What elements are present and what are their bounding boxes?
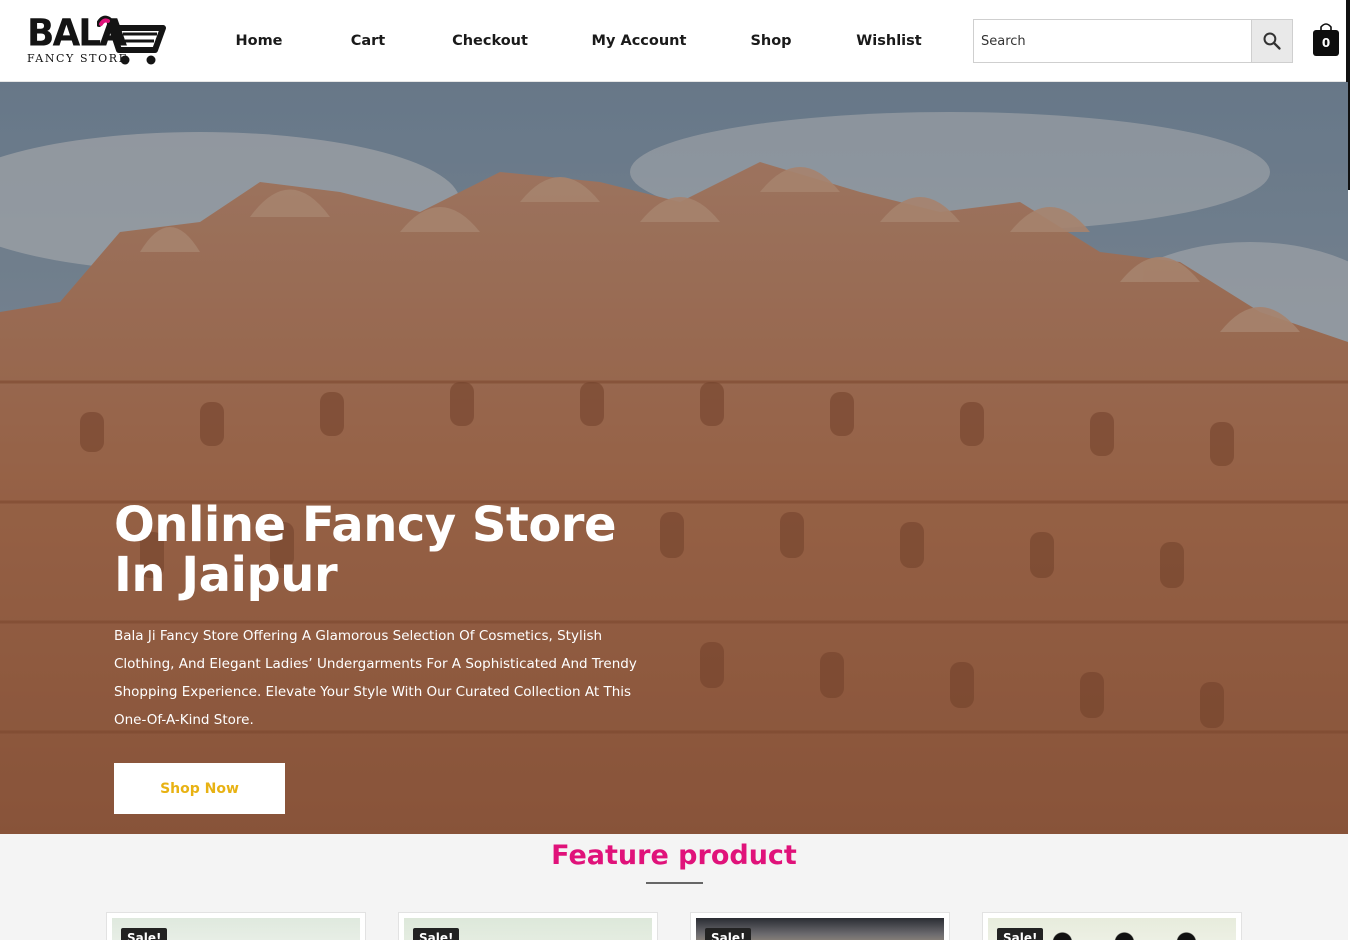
header-cart-button[interactable]: 0 [1313,22,1339,56]
hero-title-line-2: In Jaipur [114,547,338,603]
search-form [973,19,1293,63]
cart-count-badge: 0 [1313,30,1339,56]
nav-my-account[interactable]: My Account [557,33,721,49]
hero-title-line-1: Online Fancy Store [114,497,617,553]
main-nav: Home Cart Checkout My Account Shop Wishl… [205,0,957,82]
shop-now-button[interactable]: Shop Now [114,763,285,814]
sale-badge: Sale! [705,928,752,940]
feature-title: Feature product [551,840,797,871]
brand-logo[interactable]: BALA FANCY STORE [27,12,167,68]
site-header: BALA FANCY STORE Home Cart Checkout My A… [0,0,1350,82]
search-button[interactable] [1251,20,1292,62]
search-icon [1263,32,1281,50]
product-card[interactable]: Sale! [982,912,1242,940]
nav-home[interactable]: Home [205,33,313,49]
sale-badge: Sale! [121,928,168,940]
product-card[interactable]: Sale! [398,912,658,940]
nav-shop[interactable]: Shop [721,33,821,49]
sale-badge: Sale! [413,928,460,940]
logo-cart-icon [97,15,166,65]
sale-badge: Sale! [997,928,1044,940]
nav-cart[interactable]: Cart [313,33,423,49]
hero-banner: Online Fancy Store In Jaipur Bala Ji Fan… [0,82,1348,834]
hero-content: Online Fancy Store In Jaipur Bala Ji Fan… [114,500,674,734]
hero-title: Online Fancy Store In Jaipur [114,500,674,600]
product-card[interactable]: Sale! [106,912,366,940]
hero-description: Bala Ji Fancy Store Offering A Glamorous… [114,628,637,728]
nav-checkout[interactable]: Checkout [423,33,557,49]
feature-products-section: Feature product Sale! Sale! Sale! Sale! [0,834,1348,940]
nav-wishlist[interactable]: Wishlist [821,33,957,49]
page: BALA FANCY STORE Home Cart Checkout My A… [0,0,1350,940]
feature-title-divider [646,882,703,884]
search-input[interactable] [974,20,1252,62]
product-card[interactable]: Sale! [690,912,950,940]
